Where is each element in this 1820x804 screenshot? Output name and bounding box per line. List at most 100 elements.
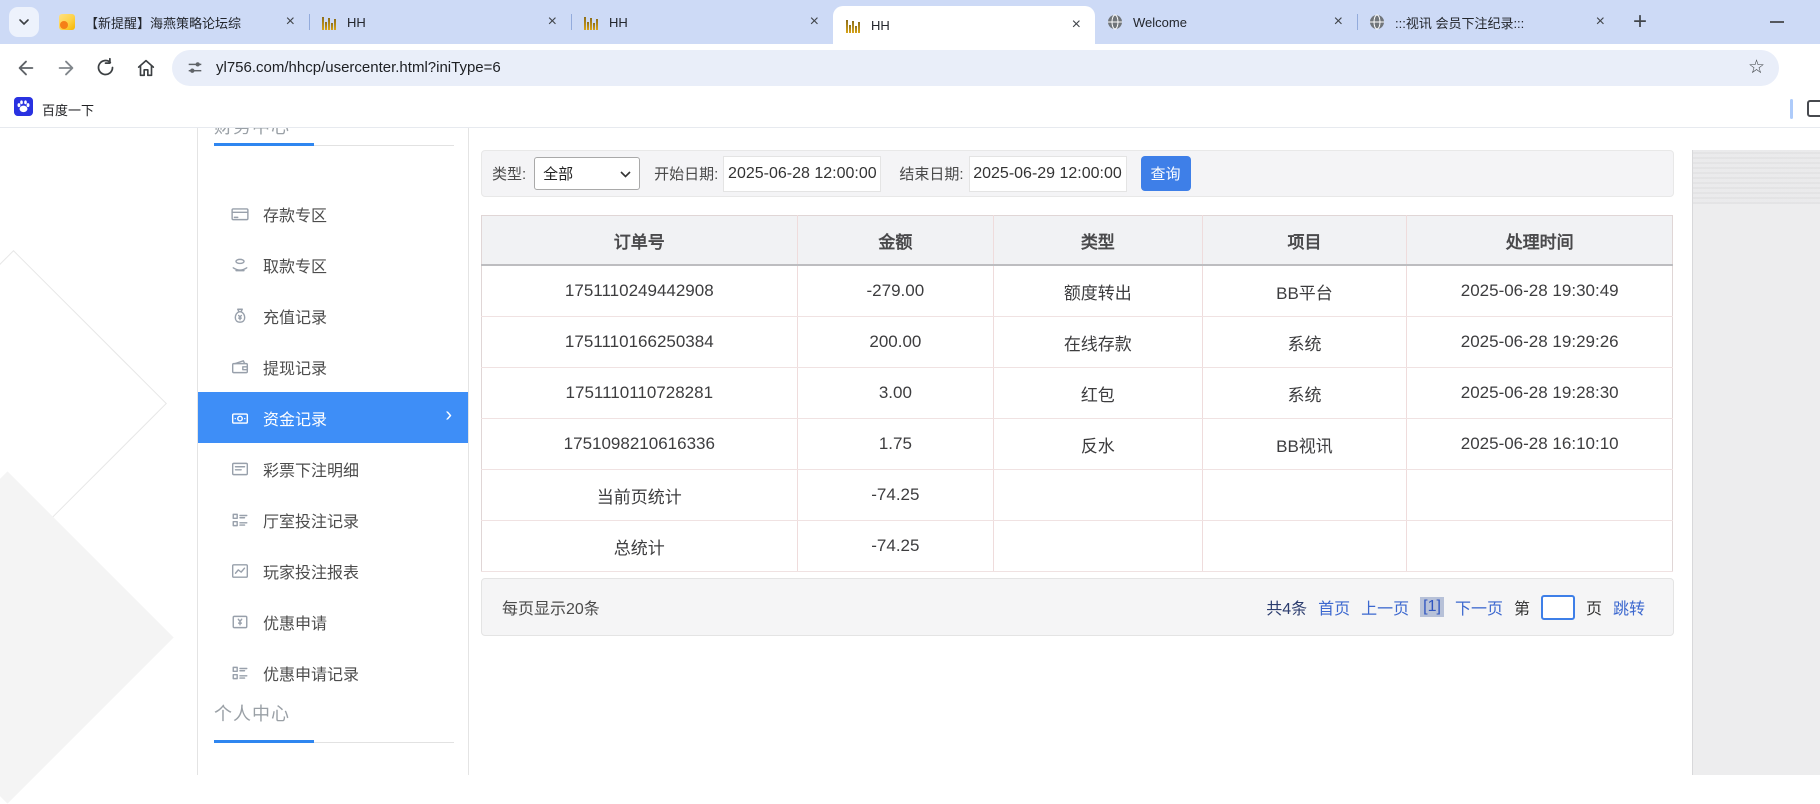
cell-empty xyxy=(1202,470,1407,521)
tab-video-records[interactable]: :::视讯 会员下注纪录::: × xyxy=(1357,0,1619,44)
page-jump-input[interactable] xyxy=(1541,595,1575,620)
close-icon[interactable]: × xyxy=(806,12,823,32)
bookmark-star-icon[interactable]: ☆ xyxy=(1748,58,1765,77)
cell-empty xyxy=(994,470,1202,521)
tab-hh-active[interactable]: HH × xyxy=(833,6,1095,44)
reload-button[interactable] xyxy=(92,54,119,81)
cell-project: 系统 xyxy=(1202,317,1407,368)
site-settings-icon xyxy=(186,59,204,77)
gold-bars-icon xyxy=(583,14,599,30)
tab-title: 【新提醒】海燕策略论坛综 xyxy=(85,13,276,32)
deposit-card-icon xyxy=(231,205,249,223)
bookmarks-bar: 百度一下 xyxy=(0,91,1820,128)
gold-bars-icon xyxy=(321,14,337,30)
sidebar-item-label: 优惠申请记录 xyxy=(263,661,359,685)
cell-empty xyxy=(1407,521,1673,572)
finance-section-title: 财务中心 xyxy=(214,128,290,139)
sidebar-item-withdraw-zone[interactable]: 取款专区 xyxy=(198,239,468,290)
sidebar-item-deposit-zone[interactable]: 存款专区 xyxy=(198,188,468,239)
sidebar-item-lottery-bet-detail[interactable]: 彩票下注明细 xyxy=(198,443,468,494)
window-minimize-button[interactable] xyxy=(1770,21,1784,23)
new-tab-button[interactable]: + xyxy=(1633,10,1647,34)
cell-amount: 200.00 xyxy=(797,317,994,368)
cell-type: 反水 xyxy=(994,419,1202,470)
money-bag-icon xyxy=(231,307,249,325)
page-suffix-text: 页 xyxy=(1586,595,1602,619)
chevron-down-icon xyxy=(17,15,31,29)
wallet-icon xyxy=(231,358,249,376)
sidebar-item-label: 提现记录 xyxy=(263,355,327,379)
chevron-down-icon xyxy=(620,165,631,182)
forward-button[interactable] xyxy=(52,54,79,81)
decor-triangle-filled xyxy=(0,471,174,803)
banknotes-icon xyxy=(231,409,249,427)
side-panel-icon[interactable] xyxy=(1807,100,1820,117)
next-page-link[interactable]: 下一页 xyxy=(1455,595,1503,619)
filter-bar: 类型: 全部 开始日期: 结束日期: 查询 xyxy=(481,150,1674,197)
type-select[interactable]: 全部 xyxy=(534,157,640,190)
forum-icon xyxy=(59,14,75,30)
url-text[interactable]: yl756.com/hhcp/usercenter.html?iniType=6 xyxy=(216,59,501,76)
start-date-input[interactable] xyxy=(723,156,881,192)
column-header-amount: 金额 xyxy=(797,216,994,266)
sidebar-item-messages[interactable]: 消息公告 xyxy=(198,760,468,775)
home-button[interactable] xyxy=(132,54,159,81)
bookmark-baidu[interactable]: 百度一下 xyxy=(42,100,94,119)
start-date-label: 开始日期: xyxy=(654,163,718,184)
cell-amount: 1.75 xyxy=(797,419,994,470)
tab-forum[interactable]: 【新提醒】海燕策略论坛综 × xyxy=(47,0,309,44)
sidebar-item-withdraw-records[interactable]: 提现记录 xyxy=(198,341,468,392)
back-button[interactable] xyxy=(12,54,39,81)
sidebar-menu: 存款专区 取款专区 充值记录 提现记录 资金记录 › 彩票下注明细 厅室投注记录 xyxy=(198,188,468,698)
prev-page-link[interactable]: 上一页 xyxy=(1361,595,1409,619)
background-window-area xyxy=(1692,150,1820,775)
cell-amount: 3.00 xyxy=(797,368,994,419)
sidebar-item-fund-records[interactable]: 资金记录 › xyxy=(198,392,468,443)
tab-welcome[interactable]: Welcome × xyxy=(1095,0,1357,44)
column-header-project: 项目 xyxy=(1202,216,1407,266)
tab-search-button[interactable] xyxy=(9,7,39,37)
sidebar-item-label: 玩家投注报表 xyxy=(263,559,359,583)
sidebar-item-player-bet-report[interactable]: 玩家投注报表 xyxy=(198,545,468,596)
tab-title: HH xyxy=(871,18,1062,33)
table-row-grand-total: 总统计 -74.25 xyxy=(482,521,1673,572)
report-chart-icon xyxy=(231,562,249,580)
sidebar-item-label: 充值记录 xyxy=(263,304,327,328)
type-label: 类型: xyxy=(492,163,526,184)
cell-process-time: 2025-06-28 19:29:26 xyxy=(1407,317,1673,368)
close-icon[interactable]: × xyxy=(1068,15,1085,35)
page-prefix-text: 第 xyxy=(1514,595,1530,619)
sidebar-item-promo-apply[interactable]: 优惠申请 xyxy=(198,596,468,647)
sidebar-item-room-bet-records[interactable]: 厅室投注记录 xyxy=(198,494,468,545)
cell-type: 在线存款 xyxy=(994,317,1202,368)
address-bar[interactable]: yl756.com/hhcp/usercenter.html?iniType=6… xyxy=(172,50,1779,86)
column-header-type: 类型 xyxy=(994,216,1202,266)
hand-coins-icon xyxy=(231,256,249,274)
cell-amount: -279.00 xyxy=(797,265,994,317)
query-button[interactable]: 查询 xyxy=(1141,156,1191,191)
tab-hh-2[interactable]: HH × xyxy=(571,0,833,44)
close-icon[interactable]: × xyxy=(282,12,299,32)
table-row: 1751110110728281 3.00 红包 系统 2025-06-28 1… xyxy=(482,368,1673,419)
tab-title: HH xyxy=(347,15,538,30)
sidebar-item-label: 彩票下注明细 xyxy=(263,457,359,481)
first-page-link[interactable]: 首页 xyxy=(1318,595,1350,619)
tab-title: :::视讯 会员下注纪录::: xyxy=(1395,13,1586,32)
cell-empty xyxy=(994,521,1202,572)
tab-hh-1[interactable]: HH × xyxy=(309,0,571,44)
cell-process-time: 2025-06-28 19:28:30 xyxy=(1407,368,1673,419)
cell-empty xyxy=(1407,470,1673,521)
table-row: 1751110166250384 200.00 在线存款 系统 2025-06-… xyxy=(482,317,1673,368)
end-date-input[interactable] xyxy=(969,156,1127,192)
cell-amount: -74.25 xyxy=(797,470,994,521)
table-row: 1751098210616336 1.75 反水 BB视讯 2025-06-28… xyxy=(482,419,1673,470)
end-date-label: 结束日期: xyxy=(899,163,963,184)
sidebar-item-label: 存款专区 xyxy=(263,202,327,226)
close-icon[interactable]: × xyxy=(544,12,561,32)
jump-link[interactable]: 跳转 xyxy=(1613,595,1645,619)
close-icon[interactable]: × xyxy=(1592,12,1609,32)
close-icon[interactable]: × xyxy=(1330,12,1347,32)
sidebar-item-recharge-records[interactable]: 充值记录 xyxy=(198,290,468,341)
sidebar-item-promo-apply-records[interactable]: 优惠申请记录 xyxy=(198,647,468,698)
current-page-indicator: [1] xyxy=(1420,597,1444,617)
